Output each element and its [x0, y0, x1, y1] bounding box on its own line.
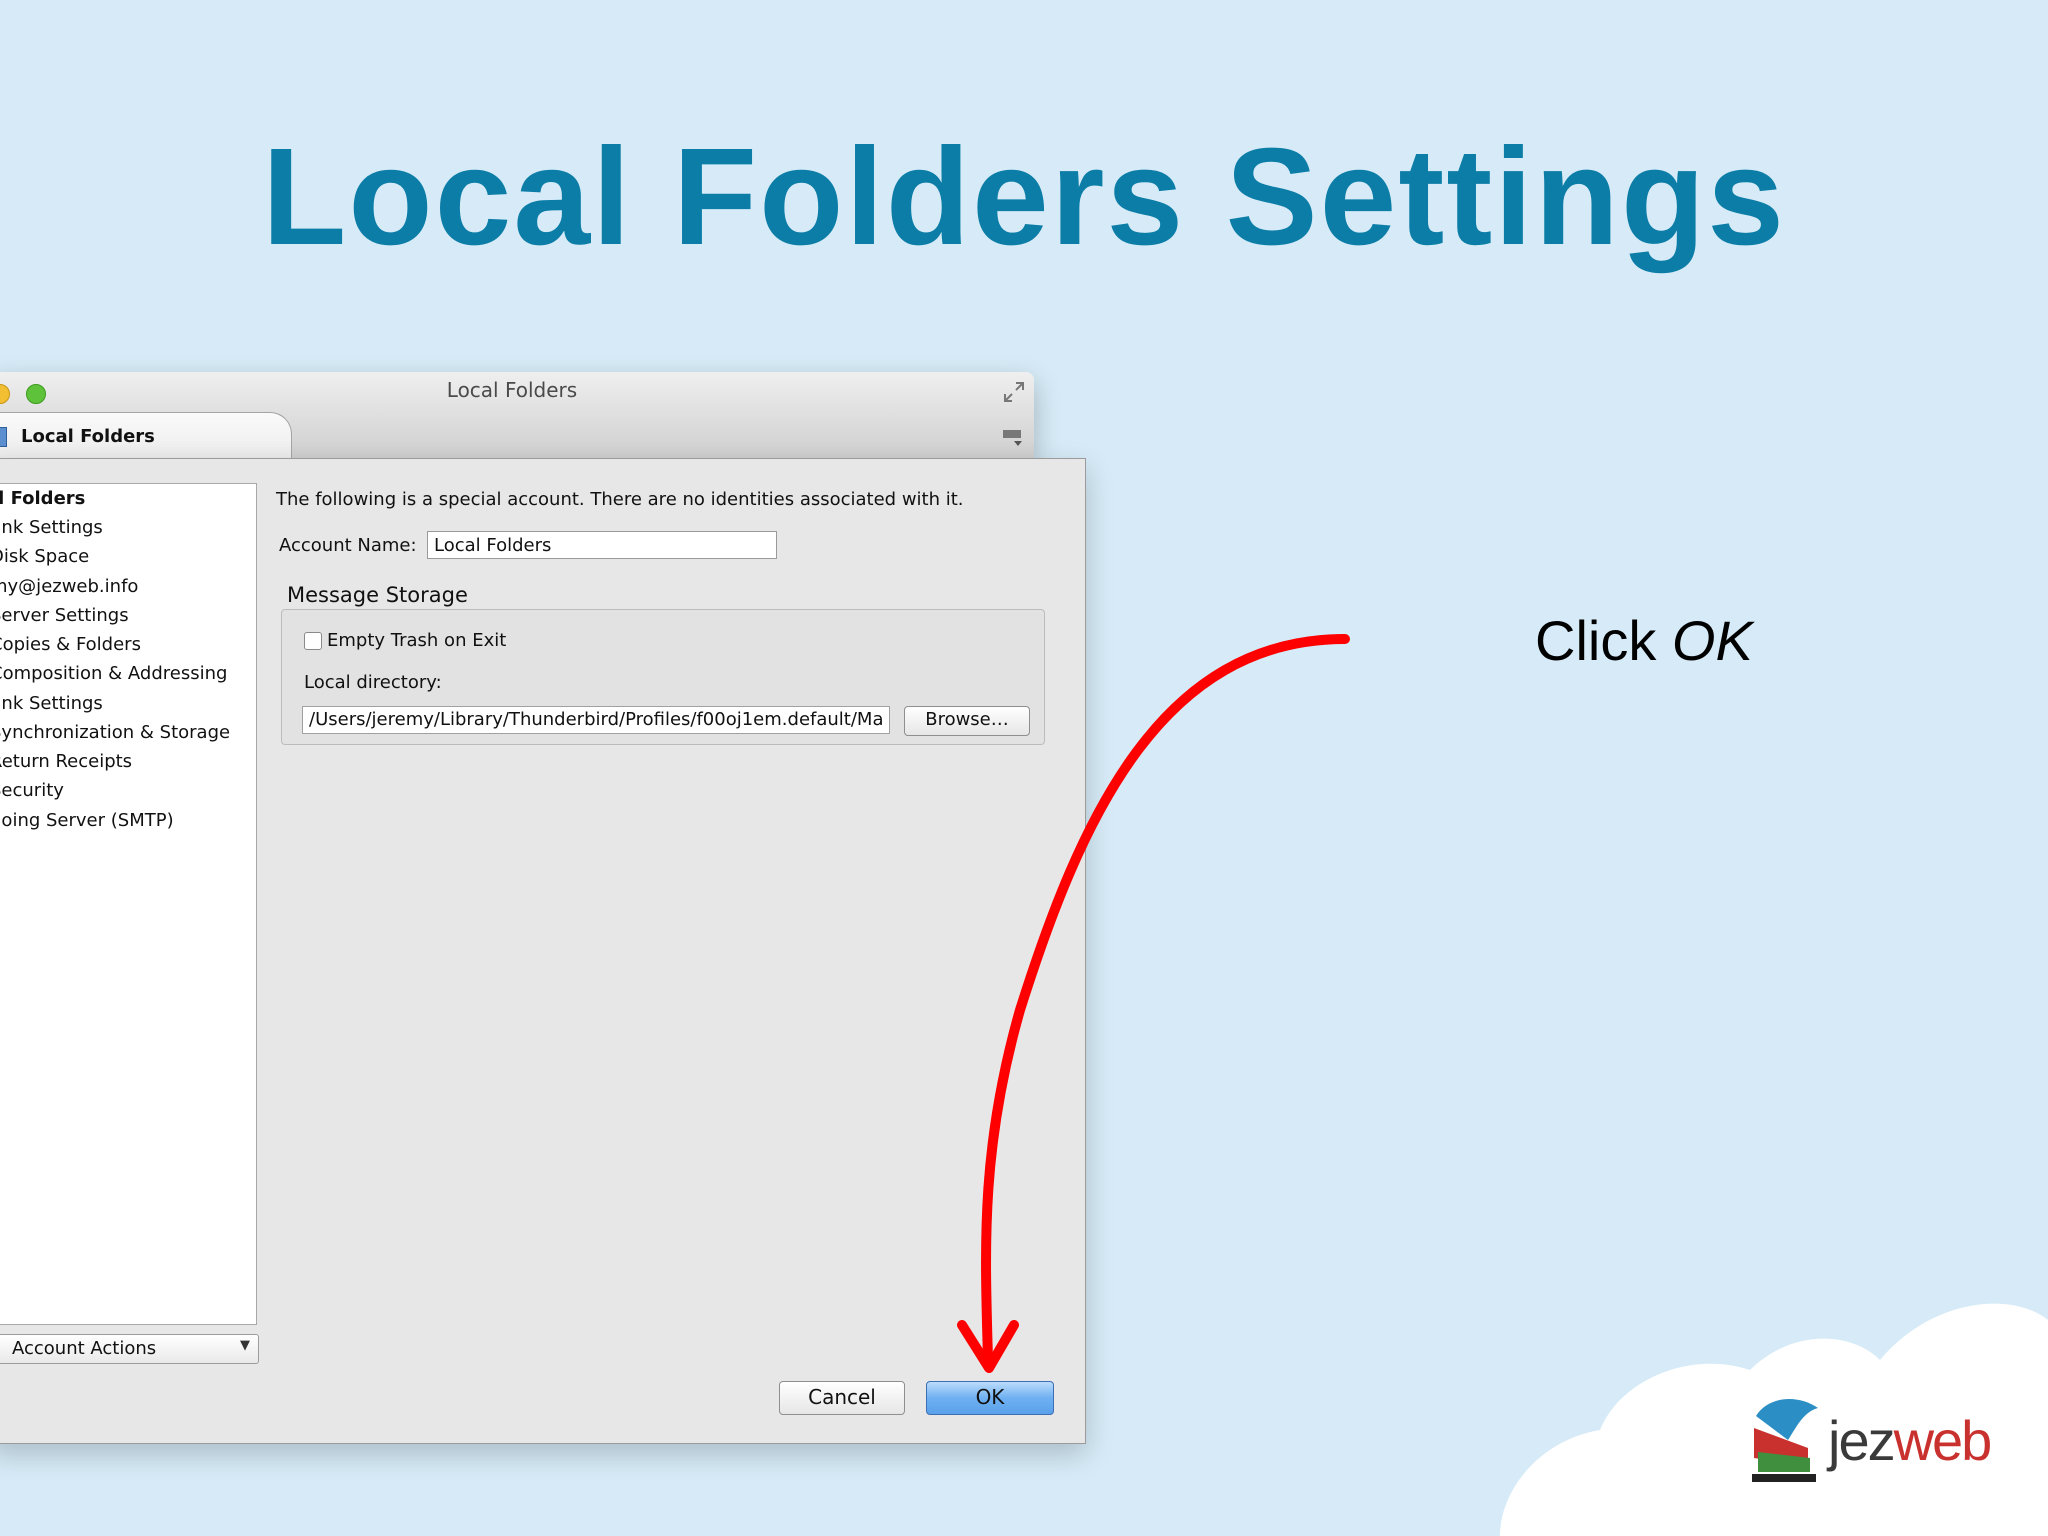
ok-button[interactable]: OK	[926, 1381, 1054, 1415]
tab-list-icon[interactable]	[1000, 424, 1024, 448]
jezweb-logo: jezweb	[1748, 1388, 1993, 1484]
jezweb-logo-text: jezweb	[1828, 1408, 1993, 1473]
caption-emphasis: OK	[1671, 609, 1753, 672]
account-actions-label: Account Actions	[12, 1338, 157, 1359]
browse-button[interactable]: Browse…	[904, 706, 1030, 736]
account-actions-dropdown[interactable]: Account Actions ▼	[0, 1334, 259, 1364]
account-name-input[interactable]	[427, 531, 777, 559]
settings-window: Local Folders Local Folders al Folders u…	[0, 372, 1086, 1444]
tab-local-folders[interactable]: Local Folders	[0, 412, 292, 459]
settings-body: al Folders unk Settings Disk Space my@je…	[0, 458, 1086, 1444]
fullscreen-icon[interactable]	[1002, 380, 1026, 404]
account-tree[interactable]: al Folders unk Settings Disk Space my@je…	[0, 483, 257, 1325]
jezweb-logo-mark-icon	[1752, 1398, 1818, 1482]
tree-item-composition[interactable]: Composition & Addressing	[0, 663, 227, 684]
tree-item-return-receipts[interactable]: Return Receipts	[0, 751, 132, 772]
tree-item-disk-space[interactable]: Disk Space	[0, 546, 89, 567]
local-directory-label: Local directory:	[304, 672, 442, 693]
local-directory-field[interactable]: /Users/jeremy/Library/Thunderbird/Profil…	[302, 706, 890, 734]
tree-item-copies-folders[interactable]: Copies & Folders	[0, 634, 141, 655]
logo-text-dark: jez	[1828, 1409, 1896, 1472]
logo-text-red: web	[1893, 1409, 1993, 1472]
slide-title: Local Folders Settings	[262, 120, 1786, 274]
instruction-caption: Click OK	[1535, 608, 1753, 673]
message-storage-group: Empty Trash on Exit Local directory: /Us…	[281, 609, 1045, 745]
tree-item-account-email[interactable]: my@jezweb.info	[0, 576, 138, 597]
tree-item-local-folders[interactable]: al Folders	[0, 488, 85, 509]
tree-item-outgoing-server[interactable]: going Server (SMTP)	[0, 810, 174, 831]
chevron-down-icon: ▼	[240, 1338, 250, 1353]
folder-account-icon	[0, 427, 7, 447]
tree-item-junk-settings[interactable]: unk Settings	[0, 517, 103, 538]
account-name-label: Account Name:	[279, 535, 417, 556]
empty-trash-checkbox[interactable]	[304, 632, 322, 650]
cancel-button[interactable]: Cancel	[779, 1381, 905, 1415]
special-account-note: The following is a special account. Ther…	[276, 489, 964, 510]
caption-prefix: Click	[1535, 609, 1672, 672]
tree-item-security[interactable]: Security	[0, 780, 64, 801]
tab-label: Local Folders	[21, 426, 155, 447]
tree-item-sync-storage[interactable]: Synchronization & Storage	[0, 722, 230, 743]
tree-item-junk-settings-2[interactable]: unk Settings	[0, 693, 103, 714]
tree-item-server-settings[interactable]: Server Settings	[0, 605, 129, 626]
window-title: Local Folders	[446, 378, 578, 402]
title-bar: Local Folders Local Folders	[0, 372, 1034, 459]
empty-trash-label[interactable]: Empty Trash on Exit	[327, 630, 506, 651]
message-storage-heading: Message Storage	[287, 583, 468, 607]
